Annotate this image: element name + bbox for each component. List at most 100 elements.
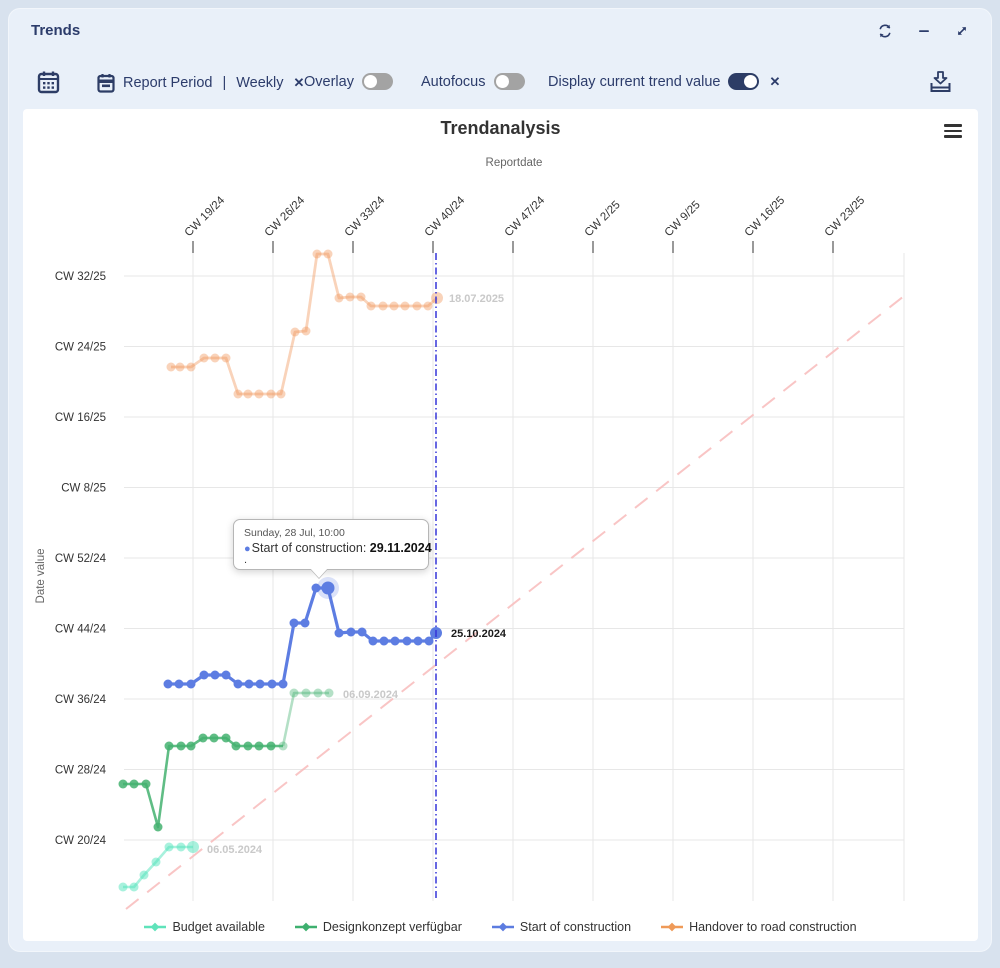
data-point[interactable] [119, 780, 128, 789]
calendar-button[interactable] [37, 70, 60, 94]
minimize-icon[interactable] [917, 24, 931, 38]
data-point[interactable] [431, 292, 443, 304]
data-point[interactable] [244, 390, 253, 399]
trend-value-toggle[interactable] [728, 73, 759, 90]
data-point[interactable] [279, 742, 288, 751]
data-point[interactable] [379, 302, 388, 311]
data-point[interactable] [222, 671, 231, 680]
data-point[interactable] [324, 250, 333, 259]
data-point[interactable] [290, 689, 299, 698]
data-point[interactable] [335, 294, 344, 303]
data-point[interactable] [425, 637, 434, 646]
data-point[interactable] [177, 843, 186, 852]
data-point[interactable] [302, 689, 311, 698]
y-tick-label: CW 32/25 [55, 271, 106, 283]
data-point[interactable] [414, 637, 423, 646]
data-point[interactable] [187, 680, 196, 689]
data-point[interactable] [277, 390, 286, 399]
data-point[interactable] [255, 742, 264, 751]
data-point[interactable] [175, 680, 184, 689]
data-point[interactable] [200, 354, 209, 363]
data-point[interactable] [313, 250, 322, 259]
data-point[interactable] [256, 680, 265, 689]
overlay-toggle[interactable] [362, 73, 393, 90]
legend-item[interactable]: Designkonzept verfügbar [295, 920, 462, 934]
data-point[interactable] [142, 780, 151, 789]
data-point[interactable] [200, 671, 209, 680]
data-point[interactable] [245, 680, 254, 689]
data-point[interactable] [222, 354, 231, 363]
data-point[interactable] [140, 871, 149, 880]
data-point[interactable] [187, 841, 199, 853]
data-point[interactable] [335, 629, 344, 638]
data-point[interactable] [314, 689, 323, 698]
data-point[interactable] [346, 293, 355, 302]
data-point[interactable] [232, 742, 241, 751]
data-point[interactable] [357, 293, 366, 302]
data-point[interactable] [325, 689, 334, 698]
data-point[interactable] [119, 883, 128, 892]
data-point[interactable] [267, 390, 276, 399]
data-point[interactable] [234, 390, 243, 399]
data-point[interactable] [347, 628, 356, 637]
data-point[interactable] [268, 680, 277, 689]
data-point[interactable] [210, 734, 219, 743]
autofocus-toggle[interactable] [494, 73, 525, 90]
data-point[interactable] [167, 363, 176, 372]
legend-item[interactable]: Start of construction [492, 920, 631, 934]
refresh-icon[interactable] [877, 23, 893, 39]
legend-marker-icon [144, 922, 166, 932]
data-point[interactable] [165, 742, 174, 751]
chart-legend: Budget available Designkonzept verfügbar… [23, 920, 978, 934]
data-point[interactable] [255, 390, 264, 399]
legend-item[interactable]: Handover to road construction [661, 920, 856, 934]
data-point[interactable] [358, 628, 367, 637]
data-point[interactable] [164, 680, 173, 689]
data-point[interactable] [380, 637, 389, 646]
data-point[interactable] [130, 780, 139, 789]
data-point[interactable] [152, 858, 161, 867]
data-point[interactable] [211, 354, 220, 363]
data-point[interactable] [390, 302, 399, 311]
series-start-of-construction[interactable] [164, 577, 443, 689]
data-point[interactable] [154, 823, 163, 832]
data-point[interactable] [165, 843, 174, 852]
data-point[interactable] [424, 302, 433, 311]
data-point[interactable] [244, 742, 253, 751]
report-period-close-icon[interactable]: ✕ [294, 75, 305, 91]
report-period-filter[interactable]: Report Period | Weekly ✕ [97, 73, 304, 93]
data-point[interactable] [177, 742, 186, 751]
data-point[interactable] [403, 637, 412, 646]
data-point[interactable] [176, 363, 185, 372]
hovered-point[interactable] [322, 582, 335, 595]
tooltip-body: ●Start of construction: 29.11.2024 [244, 541, 418, 555]
legend-item[interactable]: Budget available [144, 920, 264, 934]
y-tick-label: CW 36/24 [55, 694, 107, 706]
data-point[interactable] [199, 734, 208, 743]
download-button[interactable] [928, 69, 953, 100]
trend-value-close-icon[interactable]: ✕ [769, 74, 780, 90]
data-point[interactable] [130, 883, 139, 892]
data-point[interactable] [234, 680, 243, 689]
x-axis-title: Reportdate [486, 157, 543, 169]
trends-widget: Trends [8, 8, 992, 952]
data-point[interactable] [267, 742, 276, 751]
data-point[interactable] [187, 363, 196, 372]
series-handover-to-road-construction[interactable] [167, 250, 444, 399]
data-point[interactable] [222, 734, 231, 743]
data-point[interactable] [211, 671, 220, 680]
expand-icon[interactable] [955, 24, 969, 38]
data-point[interactable] [290, 619, 299, 628]
data-point[interactable] [302, 327, 311, 336]
data-point[interactable] [369, 637, 378, 646]
series-designkonzept-verf-gbar[interactable] [119, 689, 334, 832]
data-point[interactable] [279, 680, 288, 689]
data-point[interactable] [291, 328, 300, 337]
data-point[interactable] [187, 742, 196, 751]
data-point[interactable] [391, 637, 400, 646]
data-point[interactable] [413, 302, 422, 311]
data-point[interactable] [401, 302, 410, 311]
data-point[interactable] [301, 619, 310, 628]
chart-card: Trendanalysis CW 19/24CW 26/24CW 33/24CW… [23, 109, 978, 941]
data-point[interactable] [367, 302, 376, 311]
